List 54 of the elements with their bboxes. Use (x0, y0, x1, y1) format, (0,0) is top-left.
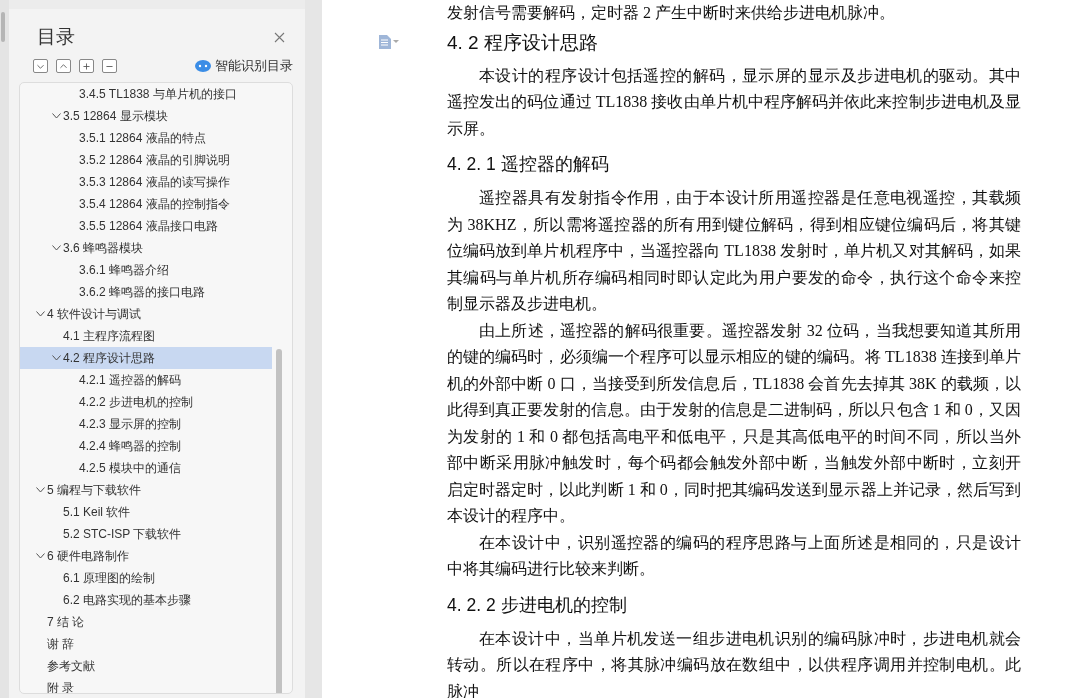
toc-item[interactable]: 5.1 Keil 软件 (20, 500, 272, 523)
chevron-icon[interactable] (52, 112, 61, 119)
toc-item[interactable]: 4.2.4 蜂鸣器的控制 (20, 434, 272, 457)
toc-item[interactable]: 3.6.2 蜂鸣器的接口电路 (20, 280, 272, 303)
toc-item[interactable]: 6.1 原理图的绘制 (20, 566, 272, 589)
toc-item[interactable]: 4.2.3 显示屏的控制 (20, 412, 272, 435)
toc-item[interactable]: 3.5.2 12864 液晶的引脚说明 (20, 148, 272, 171)
panel-title: 目录 (37, 25, 75, 49)
chevron-icon[interactable] (36, 486, 45, 493)
toc-item[interactable]: 3.6.1 蜂鸣器介绍 (20, 258, 272, 281)
chevron-icon[interactable] (36, 310, 45, 317)
toc-item[interactable]: 3.5.4 12864 液晶的控制指令 (20, 192, 272, 215)
body-paragraph: 本设计的程序设计包括遥控的解码，显示屏的显示及步进电机的驱动。其中遥控发出的码位通过 TL1838 接收由单片机中程序解码并依此来控制步进电机及显示屏。 (447, 65, 1021, 139)
minus-icon[interactable] (102, 59, 117, 74)
toc-item[interactable]: 6 硬件电路制作 (20, 544, 272, 567)
chevron-icon[interactable] (52, 354, 61, 361)
body-paragraph: 由上所述，遥控器的解码很重要。遥控器发射 32 位码，当我想要知道其所用的键的编码时，必须编一个程序可以显示相应的键的编码。将 TL1838 连接到单片机的外部中断 0 口，当接受到所发信息后，TL1838 会首先去掉其 38K 的载频，以此得到真正要发射的信息。由于发射的信息是二进制码，所以只包含 1 和 0，又因为发射的 1 和 0 都包括高电平和低电平，只是其高低电平的时间不同，所以当外部中断采用脉冲触发时，每个码都会触发外部中断，当触发外部中断时，立刻开启定时器定时，以此判断 1 和 0，同时把其编码发送到显示器上并记录，然后写到本设计的程序中。 (447, 320, 1021, 526)
subsection-heading: 4. 2. 1 遥控器的解码 (447, 153, 610, 176)
chevron-icon[interactable] (36, 552, 45, 559)
toc-item[interactable]: 5 编程与下载软件 (20, 478, 272, 501)
smart-icon (195, 60, 211, 73)
toc-item[interactable]: 参考文献 (20, 654, 272, 677)
toc-item[interactable]: 3.5 12864 显示模块 (20, 104, 272, 127)
scroll-handle[interactable] (1, 12, 5, 42)
toc-item[interactable]: 4.2.2 步进电机的控制 (20, 390, 272, 413)
collapse-all-icon[interactable] (56, 59, 71, 74)
toc-item[interactable]: 4.2.5 模块中的通信 (20, 456, 272, 479)
toc-item[interactable]: 3.6 蜂鸣器模块 (20, 236, 272, 259)
toc-item[interactable]: 3.5.3 12864 液晶的读写操作 (20, 170, 272, 193)
chevron-icon[interactable] (52, 244, 61, 251)
scrollbar-thumb[interactable] (276, 348, 282, 693)
close-icon[interactable] (274, 31, 285, 43)
paragraph-menu-icon[interactable] (379, 35, 399, 49)
toc-item[interactable]: 谢 辞 (20, 632, 272, 655)
smart-toc-button[interactable]: 智能识别目录 (195, 57, 293, 76)
toc-item[interactable]: 6.2 电路实现的基本步骤 (20, 588, 272, 611)
toc-item[interactable]: 3.4.5 TL1838 与单片机的接口 (20, 82, 272, 105)
toc-item[interactable]: 4 软件设计与调试 (20, 302, 272, 325)
body-paragraph: 在本设计中，当单片机发送一组步进电机识别的编码脉冲时，步进电机就会转动。所以在程序中，将其脉冲编码放在数组中，以供程序调用并控制电机。此脉冲 (447, 628, 1021, 698)
section-heading: 4. 2 程序设计思路 (447, 30, 599, 55)
toc-item[interactable]: 4.2 程序设计思路 (20, 346, 272, 369)
plus-icon[interactable] (79, 59, 94, 74)
toc-item[interactable]: 3.5.5 12864 液晶接口电路 (20, 214, 272, 237)
expand-all-icon[interactable] (33, 59, 48, 74)
toc-item[interactable]: 3.5.1 12864 液晶的特点 (20, 126, 272, 149)
toc-item[interactable]: 7 结 论 (20, 610, 272, 633)
toc-item[interactable]: 4.2.1 遥控器的解码 (20, 368, 272, 391)
toc-item[interactable]: 附 录 (20, 676, 272, 693)
body-paragraph: 遥控器具有发射指令作用，由于本设计所用遥控器是任意电视遥控，其载频为 38KHZ，所以需将遥控器的所有用到键位解码，得到相应键位编码后，将其键位编码放到单片机程序中，当遥控器向 TL1838 发射时，单片机又对其解码，如果其编码与单片机所存编码相同时即认定此为用户要发的命令，执行这个命令来控制显示器及步进电机。 (447, 188, 1021, 314)
subsection-heading: 4. 2. 2 步进电机的控制 (447, 593, 628, 617)
toc-item[interactable]: 5.2 STC-ISP 下载软件 (20, 522, 272, 545)
body-paragraph: 发射信号需要解码，定时器 2 产生中断时来供给步进电机脉冲。 (447, 3, 896, 23)
toc-item[interactable]: 4.1 主程序流程图 (20, 324, 272, 347)
body-paragraph: 在本设计中，识别遥控器的编码的程序思路与上面所述是相同的，只是设计中将其编码进行比较来判断。 (447, 532, 1021, 579)
